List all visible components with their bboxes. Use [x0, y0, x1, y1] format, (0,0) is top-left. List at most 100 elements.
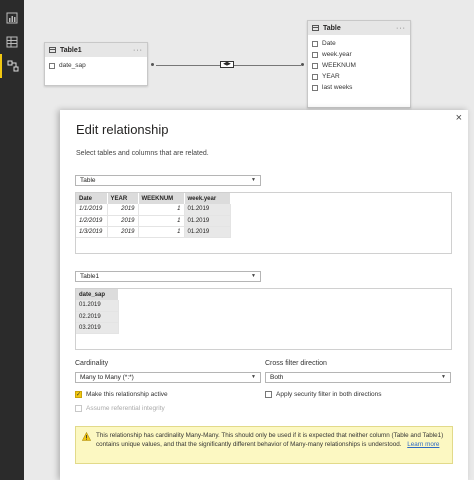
table-row: 02.2019 — [76, 311, 119, 323]
learn-more-link[interactable]: Learn more — [407, 441, 439, 448]
checkmark-icon: ✓ — [75, 391, 82, 398]
security-filter-checkbox[interactable]: Apply security filter in both directions — [265, 391, 382, 398]
field-label: WEEKNUM — [322, 62, 356, 69]
table-row: 1/3/2019 2019 1 01.2019 — [76, 226, 231, 238]
cardinality-label: Cardinality — [75, 360, 109, 367]
cardinality-select[interactable]: Many to Many (*:*) ▼ — [75, 372, 261, 383]
table-a-grid: Date YEAR WEEKNUM week.year 1/1/2019 201… — [76, 193, 231, 238]
edit-relationship-dialog: × Edit relationship Select tables and co… — [60, 110, 468, 480]
table-cell: 1 — [138, 215, 185, 227]
table-grid-icon — [6, 36, 18, 48]
table-b-preview: date_sap 01.2019 02.2019 03.2019 — [75, 288, 452, 350]
table-cell: 01.2019 — [184, 226, 231, 238]
warning-icon — [82, 432, 91, 441]
report-view-button[interactable] — [0, 6, 24, 30]
referential-integrity-checkbox: Assume referential integrity — [75, 405, 165, 412]
field-label: last weeks — [322, 84, 353, 91]
field-icon — [312, 73, 318, 80]
table-icon — [312, 25, 319, 31]
cross-filter-label: Cross filter direction — [265, 360, 327, 367]
table-cell: 1 — [138, 226, 185, 238]
dialog-subtitle: Select tables and columns that are relat… — [76, 150, 209, 157]
chevron-down-icon: ▼ — [251, 374, 256, 380]
table-cell: 2019 — [107, 226, 139, 238]
relationship-endpoint — [301, 63, 304, 66]
warning-text: This relationship has cardinality Many-M… — [96, 432, 444, 448]
table-row: 1/1/2019 2019 1 01.2019 — [76, 204, 231, 216]
make-active-checkbox[interactable]: ✓ Make this relationship active — [75, 391, 168, 398]
table-cell: 03.2019 — [76, 322, 119, 334]
field-icon — [312, 40, 318, 47]
more-options-icon[interactable]: ··· — [396, 25, 406, 32]
chevron-down-icon: ▼ — [251, 177, 256, 183]
table-b-grid: date_sap 01.2019 02.2019 03.2019 — [76, 289, 119, 334]
table-a-selected: Table — [80, 177, 96, 184]
dialog-title: Edit relationship — [76, 122, 169, 137]
cross-filter-value: Both — [270, 374, 284, 381]
column-header[interactable]: date_sap — [76, 289, 119, 300]
field-item[interactable]: last weeks — [308, 82, 410, 93]
table-row: 01.2019 — [76, 300, 119, 312]
header-row: date_sap — [76, 289, 119, 300]
field-item[interactable]: WEEKNUM — [308, 60, 410, 71]
table-cell: 1/3/2019 — [76, 226, 108, 238]
table-b-select[interactable]: Table1 ▼ — [75, 271, 261, 282]
table-name: Table — [323, 24, 341, 32]
table-cell: 1/2/2019 — [76, 215, 108, 227]
table-cell: 01.2019 — [76, 300, 119, 312]
table-b-selected: Table1 — [80, 273, 100, 280]
table-cell: 01.2019 — [184, 204, 231, 216]
referential-integrity-label: Assume referential integrity — [86, 405, 165, 412]
column-header[interactable]: WEEKNUM — [138, 193, 185, 204]
column-header[interactable]: week.year — [184, 193, 231, 204]
cross-filter-select[interactable]: Both ▼ — [265, 372, 451, 383]
relationship-endpoint — [151, 63, 154, 66]
view-rail — [0, 0, 24, 480]
warning-banner: This relationship has cardinality Many-M… — [75, 426, 453, 464]
checkbox-icon — [75, 405, 82, 412]
bar-chart-icon — [6, 12, 18, 24]
table-name: Table1 — [60, 46, 82, 54]
relationship-model-icon — [7, 60, 19, 72]
field-icon — [312, 84, 318, 91]
field-icon — [312, 62, 318, 69]
table-cell: 01.2019 — [184, 215, 231, 227]
header-row: Date YEAR WEEKNUM week.year — [76, 193, 231, 204]
table-cell: 2019 — [107, 215, 139, 227]
table-cell: 2019 — [107, 204, 139, 216]
chevron-down-icon: ▼ — [441, 374, 446, 380]
field-label: week.year — [322, 51, 352, 58]
column-header[interactable]: Date — [76, 193, 108, 204]
make-active-label: Make this relationship active — [86, 391, 168, 398]
bidirectional-arrow-icon[interactable]: ◀▶ — [220, 61, 234, 68]
table-row: 1/2/2019 2019 1 01.2019 — [76, 215, 231, 227]
data-view-button[interactable] — [0, 30, 24, 54]
chevron-down-icon: ▼ — [251, 273, 256, 279]
security-filter-label: Apply security filter in both directions — [276, 391, 382, 398]
table-card-header: Table ··· — [308, 21, 410, 35]
close-icon[interactable]: × — [456, 112, 462, 124]
field-label: date_sap — [59, 62, 86, 69]
table-icon — [49, 47, 56, 53]
field-item[interactable]: Date — [308, 38, 410, 49]
field-item[interactable]: week.year — [308, 49, 410, 60]
column-header[interactable]: YEAR — [107, 193, 139, 204]
table-card-header: Table1 ··· — [45, 43, 147, 57]
field-item[interactable]: date_sap — [45, 60, 147, 71]
field-icon — [49, 62, 55, 69]
table-card-table1[interactable]: Table1 ··· date_sap — [44, 42, 148, 86]
field-label: YEAR — [322, 73, 340, 80]
table-cell: 02.2019 — [76, 311, 119, 323]
table-card-table[interactable]: Table ··· Date week.year WEEKNUM YEAR la… — [307, 20, 411, 108]
cardinality-value: Many to Many (*:*) — [80, 374, 134, 381]
table-cell: 1/1/2019 — [76, 204, 108, 216]
table-a-select[interactable]: Table ▼ — [75, 175, 261, 186]
field-item[interactable]: YEAR — [308, 71, 410, 82]
checkbox-icon — [265, 391, 272, 398]
model-view-button[interactable] — [0, 54, 24, 78]
table-row: 03.2019 — [76, 322, 119, 334]
more-options-icon[interactable]: ··· — [133, 47, 143, 54]
table-a-preview: Date YEAR WEEKNUM week.year 1/1/2019 201… — [75, 192, 452, 254]
table-cell: 1 — [138, 204, 185, 216]
field-icon — [312, 51, 318, 58]
